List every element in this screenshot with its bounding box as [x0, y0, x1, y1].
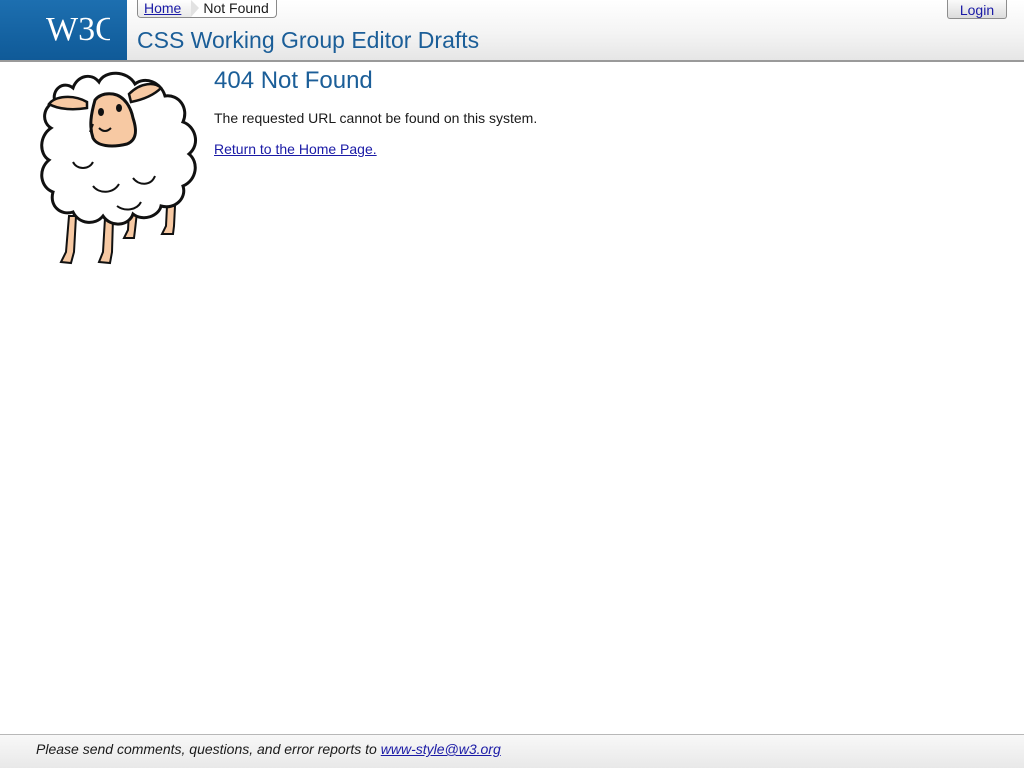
page: W3C Home Not Found CSS Working Group Edi…: [0, 0, 1024, 768]
footer: Please send comments, questions, and err…: [0, 734, 1024, 768]
footer-email-link[interactable]: www-style@w3.org: [381, 741, 501, 757]
breadcrumb-home: Home: [138, 0, 192, 17]
w3c-logo[interactable]: W3C: [0, 0, 127, 60]
footer-message: Please send comments, questions, and err…: [36, 741, 381, 757]
footer-text: Please send comments, questions, and err…: [36, 741, 501, 757]
error-message: The requested URL cannot be found on thi…: [214, 110, 538, 126]
page-heading: 404 Not Found: [214, 67, 373, 94]
w3c-logo-text: W3C: [46, 11, 110, 48]
breadcrumb-home-link[interactable]: Home: [144, 0, 181, 16]
sheep-illustration-icon: [33, 66, 201, 275]
return-line: Return to the Home Page.: [214, 140, 537, 158]
w3c-logo-icon: W3C: [46, 11, 110, 48]
main-content: 404 Not Found The requested URL cannot b…: [214, 66, 537, 158]
site-title: CSS Working Group Editor Drafts: [137, 27, 480, 53]
return-home-link[interactable]: Return to the Home Page.: [214, 141, 377, 157]
login-button[interactable]: Login: [947, 0, 1007, 19]
breadcrumb-separator-icon: [191, 0, 200, 17]
breadcrumb-current: Not Found: [203, 0, 269, 16]
header: W3C Home Not Found CSS Working Group Edi…: [0, 0, 1024, 62]
breadcrumb: Home Not Found: [137, 0, 277, 18]
